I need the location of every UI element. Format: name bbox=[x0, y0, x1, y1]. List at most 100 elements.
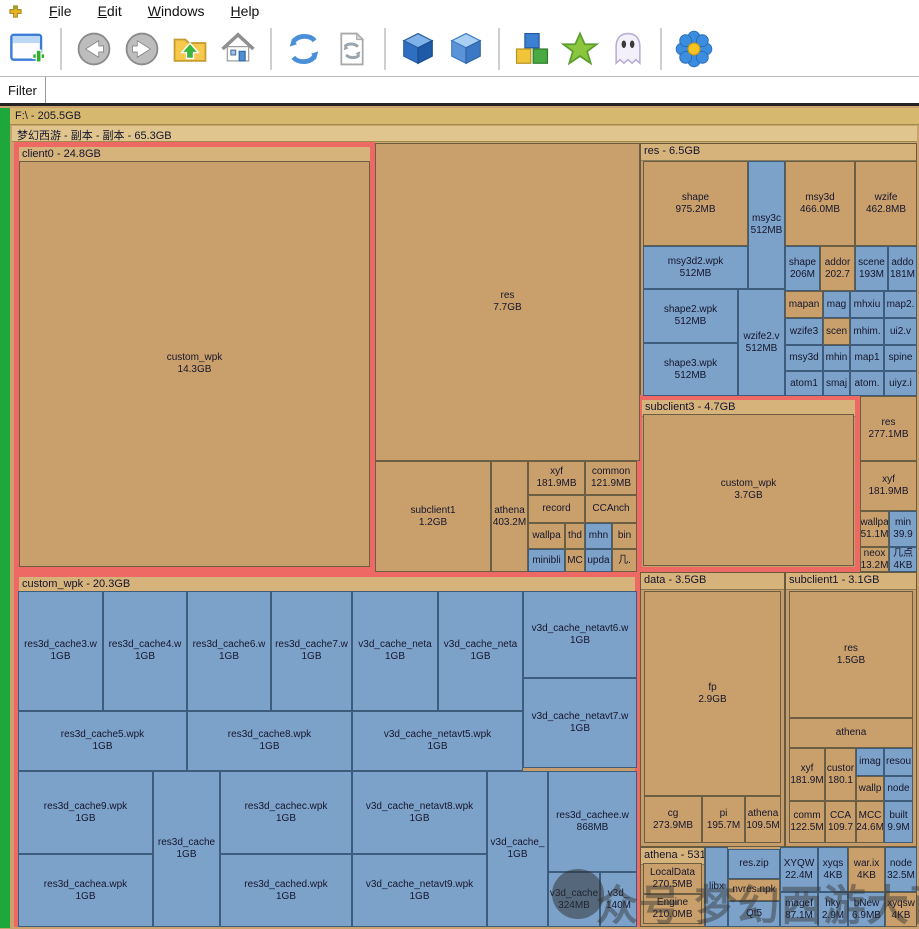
treemap-cell[interactable]: v3d_cache_neta 1GB bbox=[438, 591, 523, 711]
treemap-cell[interactable]: v3d_cache_ 1GB bbox=[487, 771, 548, 927]
treemap-cell[interactable]: msy3d 466.0MB bbox=[785, 161, 855, 246]
treemap-cell[interactable]: scene 193M bbox=[855, 246, 888, 291]
treemap-cell[interactable]: map1 bbox=[850, 345, 884, 371]
back-icon[interactable] bbox=[74, 29, 114, 69]
treemap-cell[interactable]: ui2.v bbox=[884, 318, 917, 345]
treemap-cell[interactable]: thd bbox=[565, 523, 585, 549]
treemap-cell[interactable]: wzife2.v 512MB bbox=[738, 289, 785, 396]
treemap-cell[interactable]: v3d_cache_netavt6.w 1GB bbox=[523, 591, 637, 678]
treemap-cell[interactable]: Qt5 bbox=[728, 901, 780, 927]
treemap-cell[interactable]: res3d_cachec.wpk 1GB bbox=[220, 771, 352, 854]
treemap-cell[interactable]: v3d_cache 324MB bbox=[548, 872, 600, 927]
treemap-cell[interactable]: res3d_cachee.w 868MB bbox=[548, 771, 637, 872]
treemap-cell[interactable]: neox 13.2M bbox=[860, 547, 889, 572]
blocks-icon[interactable] bbox=[512, 29, 552, 69]
treemap-cell[interactable]: shape 206M bbox=[785, 246, 820, 291]
treemap-cell[interactable]: res3d_cache9.wpk 1GB bbox=[18, 771, 153, 854]
treemap-cell[interactable]: node bbox=[884, 776, 913, 801]
treemap-cell[interactable]: addo 181M bbox=[888, 246, 917, 291]
cube-light-icon[interactable] bbox=[446, 29, 486, 69]
treemap-cell[interactable]: hky 2.9M bbox=[818, 892, 848, 927]
treemap-cell[interactable]: mhxiu bbox=[850, 291, 884, 318]
treemap-cell[interactable]: res 1.5GB bbox=[789, 591, 913, 718]
treemap-cell[interactable]: v3d_cache_netavt5.wpk 1GB bbox=[352, 711, 523, 771]
treemap-cell[interactable]: nvres.npk bbox=[728, 879, 780, 901]
new-window-icon[interactable] bbox=[8, 29, 48, 69]
treemap-cell[interactable]: custom_wpk 14.3GB bbox=[19, 161, 370, 567]
treemap-cell[interactable]: msy3d bbox=[785, 345, 823, 371]
menu-file[interactable]: File bbox=[49, 3, 72, 19]
treemap-cell[interactable]: mapan bbox=[785, 291, 823, 318]
treemap-cell[interactable]: res3d_cache4.w 1GB bbox=[103, 591, 187, 711]
treemap-cell[interactable]: min 39.9 bbox=[889, 511, 917, 547]
root-header[interactable]: F:\ - 205.5GB bbox=[10, 108, 919, 125]
treemap-cell[interactable]: res 277.1MB bbox=[860, 396, 917, 461]
treemap-cell[interactable]: msy3c 512MB bbox=[748, 161, 785, 289]
treemap-cell[interactable]: wzife3 bbox=[785, 318, 823, 345]
treemap-cell[interactable]: mhn bbox=[585, 523, 612, 549]
treemap-cell[interactable]: xyqs 4KB bbox=[818, 847, 848, 892]
treemap-cell[interactable]: addor 202.7 bbox=[820, 246, 855, 291]
treemap-cell[interactable]: fp 2.9GB bbox=[644, 591, 781, 796]
treemap-cell[interactable]: Engine 210.0MB bbox=[643, 894, 702, 924]
treemap-cell[interactable]: v3d_cache_neta 1GB bbox=[352, 591, 438, 711]
treemap-cell[interactable]: CCAnch bbox=[585, 495, 637, 523]
folder-header[interactable]: 梦幻西游 - 副本 - 副本 - 65.3GB bbox=[12, 126, 917, 142]
treemap-cell[interactable]: LocalData 270.5MB bbox=[643, 863, 702, 894]
filter-input[interactable] bbox=[45, 77, 919, 103]
treemap-cell[interactable]: 几点 4KB bbox=[889, 547, 917, 572]
treemap-cell[interactable]: custor 180.1 bbox=[825, 748, 856, 801]
treemap-cell[interactable]: res3d_cached.wpk 1GB bbox=[220, 854, 352, 927]
refresh-icon[interactable] bbox=[284, 29, 324, 69]
treemap-cell[interactable]: res3d_cache6.w 1GB bbox=[187, 591, 271, 711]
forward-icon[interactable] bbox=[122, 29, 162, 69]
treemap-cell[interactable]: v3d_cache_netavt7.w 1GB bbox=[523, 678, 637, 768]
treemap-cell[interactable]: wallp bbox=[856, 776, 884, 801]
treemap-cell[interactable]: wallpa 51.1M bbox=[860, 511, 889, 547]
treemap-cell[interactable]: custom_wpk 3.7GB bbox=[643, 414, 854, 566]
treemap-cell[interactable]: XYQW 22.4M bbox=[780, 847, 818, 892]
menu-edit[interactable]: Edit bbox=[98, 3, 122, 19]
treemap-cell[interactable]: athena 109.5M bbox=[745, 796, 781, 843]
treemap-cell[interactable]: smaj bbox=[823, 371, 850, 396]
treemap-cell[interactable]: res3d_cache3.w 1GB bbox=[18, 591, 103, 711]
cube-icon[interactable] bbox=[398, 29, 438, 69]
treemap-cell[interactable]: uiyz.i bbox=[884, 371, 917, 396]
treemap-cell[interactable]: wallpa bbox=[528, 523, 565, 549]
treemap-cell[interactable]: res3d_cache5.wpk 1GB bbox=[18, 711, 187, 771]
treemap-cell[interactable]: res3d_cache 1GB bbox=[153, 771, 220, 927]
treemap-cell[interactable]: res3d_cachea.wpk 1GB bbox=[18, 854, 153, 927]
treemap-cell[interactable]: pi 195.7M bbox=[702, 796, 745, 843]
treemap-cell[interactable]: subclient1 1.2GB bbox=[375, 461, 491, 572]
treemap-cell[interactable]: record bbox=[528, 495, 585, 523]
treemap-cell[interactable]: wzife 462.8MB bbox=[855, 161, 917, 246]
treemap-cell[interactable]: mhim. bbox=[850, 318, 884, 345]
treemap-cell[interactable]: upda bbox=[585, 549, 612, 572]
treemap-cell[interactable]: built 9.9M bbox=[884, 801, 913, 843]
ghost-icon[interactable] bbox=[608, 29, 648, 69]
treemap-cell[interactable]: bin bbox=[612, 523, 637, 549]
treemap-cell[interactable]: athena 403.2M bbox=[491, 461, 528, 572]
home-icon[interactable] bbox=[218, 29, 258, 69]
treemap-cell[interactable]: libx bbox=[705, 847, 728, 927]
treemap-cell[interactable]: res 7.7GB bbox=[375, 143, 640, 461]
treemap-cell[interactable]: xyqsw 4KB bbox=[885, 892, 917, 927]
treemap-cell[interactable]: xyf 181.9M bbox=[789, 748, 825, 801]
treemap-cell[interactable]: res.zip bbox=[728, 849, 780, 879]
treemap-cell[interactable]: cg 273.9MB bbox=[644, 796, 702, 843]
treemap-cell[interactable]: common 121.9MB bbox=[585, 461, 637, 495]
treemap-cell[interactable]: spine bbox=[884, 345, 917, 371]
treemap-cell[interactable]: scen bbox=[823, 318, 850, 345]
treemap-cell[interactable]: xyf 181.9MB bbox=[528, 461, 585, 495]
treemap-cell[interactable]: shape 975.2MB bbox=[643, 161, 748, 246]
treemap-cell[interactable]: war.ix 4KB bbox=[848, 847, 885, 892]
treemap-cell[interactable]: bNew 6.9MB bbox=[848, 892, 885, 927]
treemap-cell[interactable]: xyf 181.9MB bbox=[860, 461, 917, 511]
refresh-page-icon[interactable] bbox=[332, 29, 372, 69]
flower-icon[interactable] bbox=[674, 29, 714, 69]
treemap-cell[interactable]: map2. bbox=[884, 291, 917, 318]
treemap-cell[interactable]: v3d_ 140M bbox=[600, 872, 637, 927]
treemap-cell[interactable]: comm 122.5M bbox=[789, 801, 825, 843]
treemap-cell[interactable]: msy3d2.wpk 512MB bbox=[643, 246, 748, 289]
treemap-cell[interactable]: mag bbox=[823, 291, 850, 318]
